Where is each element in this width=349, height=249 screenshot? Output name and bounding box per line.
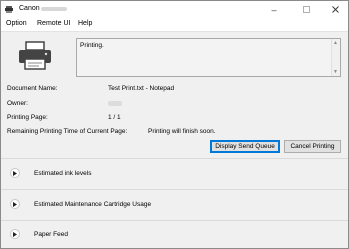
printing-page-label: Printing Page: — [7, 114, 48, 121]
remaining-time-label: Remaining Printing Time of Current Page: — [7, 128, 128, 135]
window-title-redacted — [41, 7, 67, 11]
expand-maintenance-cartridge-button[interactable] — [10, 199, 20, 209]
section-paper-feed[interactable]: Paper Feed — [34, 231, 68, 238]
menu-help[interactable]: Help — [78, 20, 92, 27]
printing-page-value: 1 / 1 — [108, 114, 121, 121]
scroll-up-icon[interactable]: ▲ — [332, 40, 339, 46]
cancel-printing-button[interactable]: Cancel Printing — [284, 140, 341, 153]
section-maintenance-cartridge[interactable]: Estimated Maintenance Cartridge Usage — [34, 201, 151, 208]
play-icon — [13, 201, 17, 207]
printer-app-icon — [5, 6, 13, 13]
menu-option[interactable]: Option — [6, 20, 27, 27]
menu-remote-ui[interactable]: Remote UI — [37, 20, 70, 27]
expand-ink-levels-button[interactable] — [10, 168, 20, 178]
status-message-box[interactable]: Printing. ▲ ▼ — [76, 38, 341, 77]
title-bar[interactable]: Canon – — [1, 1, 348, 18]
close-icon — [331, 6, 339, 13]
owner-value-redacted — [108, 101, 122, 106]
document-name-label: Document Name: — [7, 85, 58, 92]
play-icon — [13, 231, 17, 237]
printer-status-window: Canon – Option Remote UI Help Printing. … — [0, 0, 349, 249]
window-title: Canon — [19, 5, 40, 12]
expand-paper-feed-button[interactable] — [10, 229, 20, 239]
close-button[interactable] — [324, 1, 346, 18]
divider — [1, 220, 348, 221]
status-text: Printing. — [80, 42, 104, 49]
play-icon — [13, 170, 17, 176]
printer-icon — [19, 41, 51, 70]
status-scrollbar[interactable]: ▲ ▼ — [331, 39, 340, 76]
section-ink-levels[interactable]: Estimated ink levels — [34, 170, 91, 177]
divider — [1, 158, 348, 159]
scroll-down-icon[interactable]: ▼ — [332, 69, 339, 75]
maximize-button[interactable] — [295, 1, 317, 18]
divider — [1, 189, 348, 190]
minimize-button[interactable]: – — [263, 1, 285, 18]
owner-label: Owner: — [7, 100, 28, 107]
document-name-value: Test Print.txt - Notepad — [108, 85, 175, 92]
maximize-icon — [302, 6, 310, 13]
menu-bar: Option Remote UI Help — [1, 18, 348, 32]
display-send-queue-button[interactable]: Display Send Queue — [210, 140, 280, 153]
remaining-time-value: Printing will finish soon. — [148, 128, 216, 135]
